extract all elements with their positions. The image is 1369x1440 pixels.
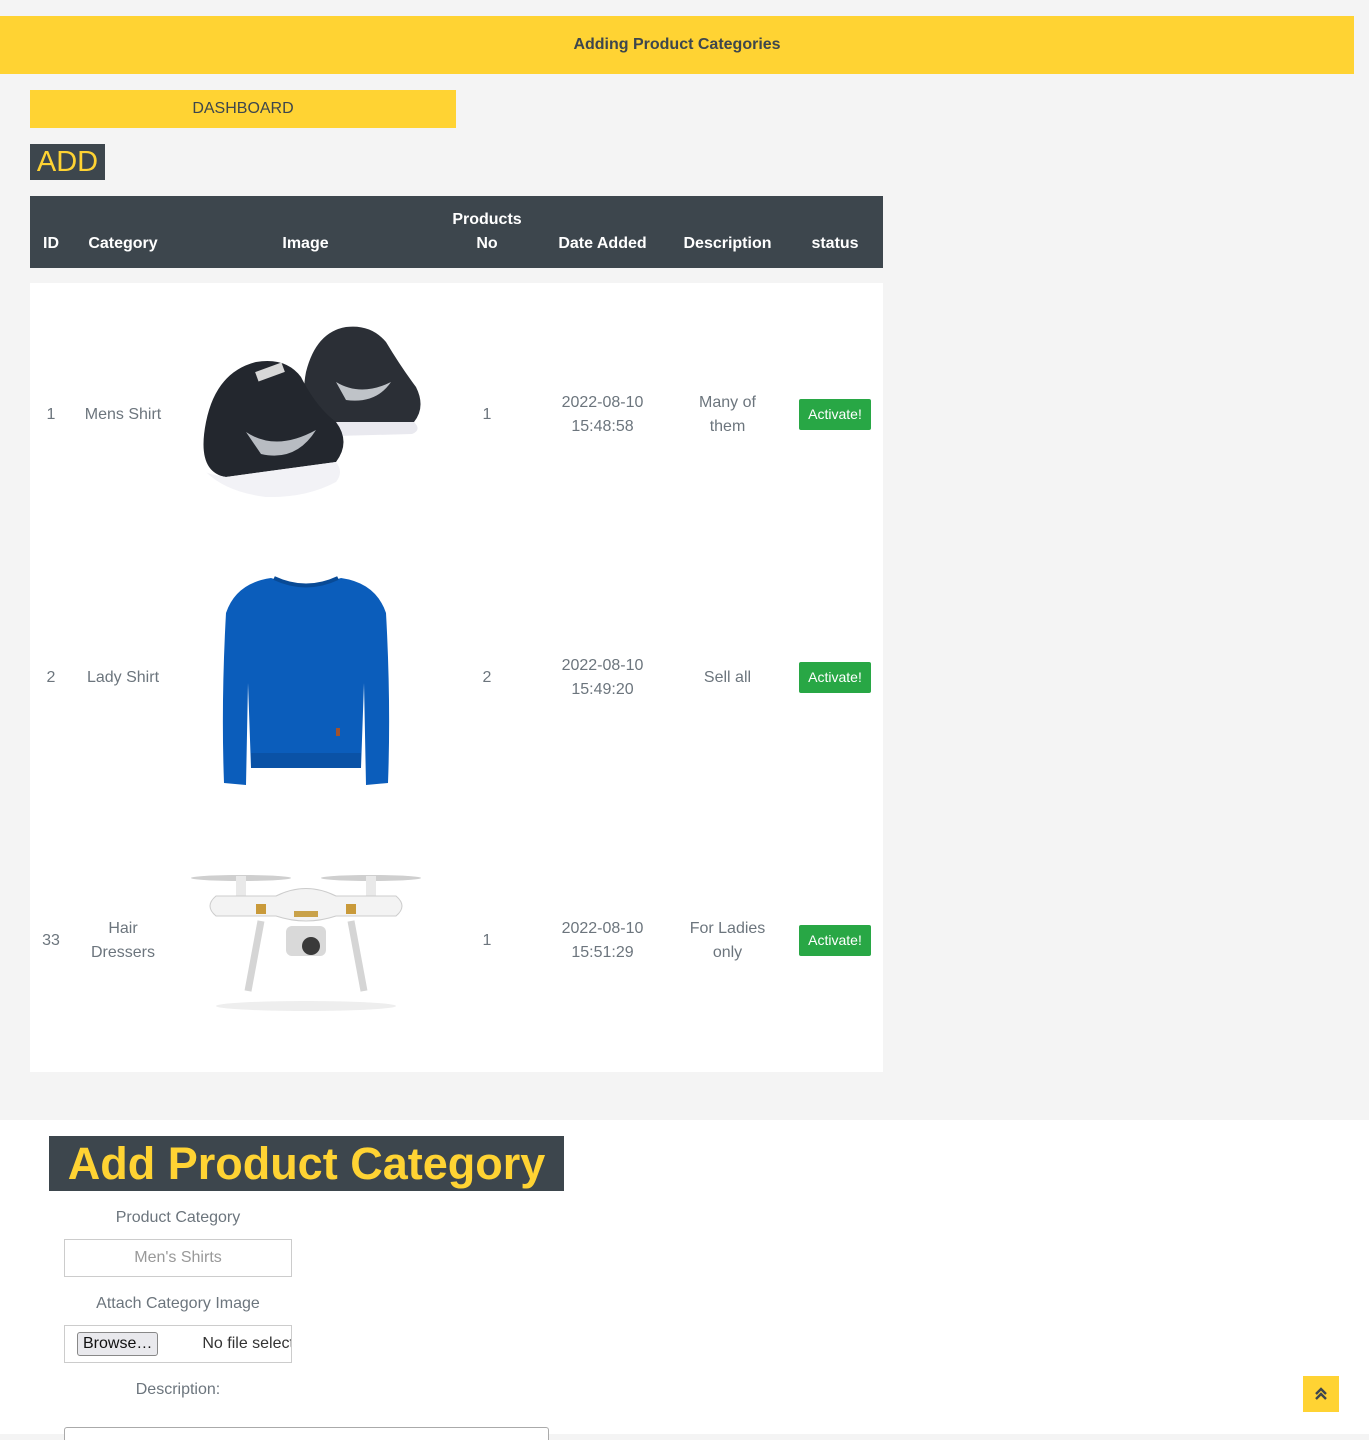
cell-products-no: 2 <box>482 668 492 686</box>
drone-image <box>185 865 426 1016</box>
cell-products-no: 1 <box>482 405 492 423</box>
cell-id: 1 <box>46 405 56 423</box>
description-label: Description: <box>135 1381 221 1398</box>
date-line1: 2022-08-10 <box>561 393 644 411</box>
activate-button[interactable]: Activate! <box>799 925 871 956</box>
th-date-added: Date Added <box>558 235 647 252</box>
table-body: 1 Mens Shirt 1 2022-08-10 15:48:58 Many o… <box>30 283 883 1072</box>
add-heading[interactable]: ADD <box>30 144 105 180</box>
cell-date-added: 2022-08-10 15:51:29 <box>537 809 668 1072</box>
desc-line2: only <box>712 943 743 961</box>
category-line2: Dressers <box>90 943 155 961</box>
cell-description: Many of them <box>668 283 787 546</box>
cell-description: For Ladies only <box>668 809 787 1072</box>
cell-category: Hair Dressers <box>72 809 174 1072</box>
cell-date-added: 2022-08-10 15:49:20 <box>537 546 668 809</box>
product-category-input[interactable]: Men's Shirts <box>64 1239 292 1277</box>
th-products-no-line2: No <box>476 235 498 252</box>
cell-id: 33 <box>42 931 60 949</box>
date-line1: 2022-08-10 <box>561 919 644 937</box>
cell-date-added: 2022-08-10 15:48:58 <box>537 283 668 546</box>
th-status: status <box>811 235 859 252</box>
table-row: 1 Mens Shirt 1 2022-08-10 15:48:58 Many o… <box>30 283 883 546</box>
cell-category: Lady Shirt <box>86 668 160 686</box>
th-products-no-line1: Products <box>452 211 522 228</box>
cell-status: Activate! <box>787 546 883 809</box>
table-row: 2 Lady Shirt 2 2022-08-10 15:49:20 Sell a… <box>30 546 883 809</box>
product-category-placeholder: Men's Shirts <box>134 1249 222 1266</box>
cell-status: Activate! <box>787 283 883 546</box>
no-file-text: No file selected. <box>202 1335 291 1352</box>
cell-id: 2 <box>46 668 56 686</box>
desc-line1: Many of <box>699 393 756 411</box>
add-heading-label: ADD <box>36 145 99 178</box>
dashboard-button[interactable]: DASHBOARD <box>30 90 456 128</box>
category-line1: Hair <box>108 919 138 937</box>
cell-image <box>174 809 437 1072</box>
th-category: Category <box>88 235 158 252</box>
cell-image <box>174 546 437 809</box>
form-title: Add Product Category <box>49 1136 564 1191</box>
blue-sweater-image <box>185 562 426 793</box>
th-id: ID <box>43 235 59 252</box>
page-header: Adding Product Categories <box>0 16 1354 74</box>
category-image-label: Attach Category Image <box>96 1295 260 1312</box>
date-line2: 15:48:58 <box>571 417 634 435</box>
activate-button[interactable]: Activate! <box>799 662 871 693</box>
desc-line1: For Ladies <box>689 919 766 937</box>
table-header: ID Category Image Products No Date Added… <box>30 196 883 268</box>
product-category-label: Product Category <box>115 1209 241 1226</box>
th-products-no: Products No <box>437 208 537 256</box>
cell-status: Activate! <box>787 809 883 1072</box>
cell-description: Sell all <box>703 668 752 686</box>
activate-button[interactable]: Activate! <box>799 399 871 430</box>
date-line2: 15:49:20 <box>571 680 634 698</box>
th-description: Description <box>683 235 772 252</box>
desc-line2: them <box>709 417 746 435</box>
browse-button[interactable]: Browse… <box>77 1332 159 1356</box>
back-to-top-button[interactable] <box>1303 1376 1339 1412</box>
category-image-file-input[interactable]: Browse… No file selected. <box>64 1325 292 1363</box>
sneakers-image <box>185 312 426 517</box>
double-chevron-up-icon <box>1315 1387 1327 1400</box>
date-line1: 2022-08-10 <box>561 656 644 674</box>
form-title-text: Add Product Category <box>67 1137 546 1189</box>
dashboard-button-label: DASHBOARD <box>192 100 294 117</box>
date-line2: 15:51:29 <box>571 943 634 961</box>
cell-category: Mens Shirt <box>84 405 162 423</box>
table-row: 33 Hair Dressers 1 2022-08-10 15:51:29 F… <box>30 809 883 1072</box>
cell-products-no: 1 <box>482 931 492 949</box>
cell-image <box>174 283 437 546</box>
page-header-title: Adding Product Categories <box>573 36 781 53</box>
th-image: Image <box>282 235 329 252</box>
